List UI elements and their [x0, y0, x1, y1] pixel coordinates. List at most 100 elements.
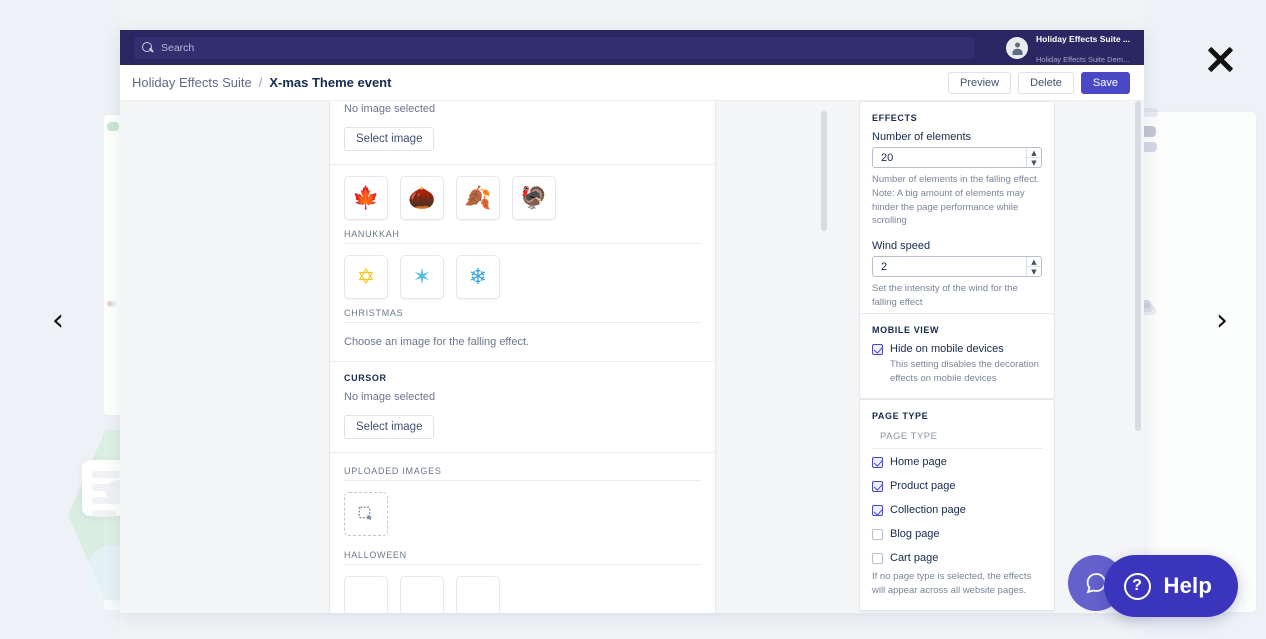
help-button-label: Help	[1163, 573, 1212, 598]
background-card-right	[1136, 112, 1256, 612]
cart-page-checkbox[interactable]	[872, 553, 883, 565]
breadcrumb-separator: /	[258, 75, 263, 90]
halloween-label: HALLOWEEN	[344, 550, 407, 560]
close-icon[interactable]	[1200, 38, 1240, 78]
page-type-card: PAGE TYPE PAGE TYPE Home page Product pa…	[859, 399, 1055, 611]
product-page-checkbox[interactable]	[872, 481, 883, 493]
icon-row-hanukkah: ✡ ✶ ❄	[330, 244, 715, 299]
wind-speed-value: 2	[881, 260, 888, 273]
page-type-option-row[interactable]: Product page	[872, 480, 1042, 493]
next-arrow-icon[interactable]: ›	[1216, 306, 1228, 336]
home-page-label: Home page	[890, 456, 947, 468]
mobile-view-help: This setting disables the decoration eff…	[890, 359, 1039, 384]
avatar	[1006, 36, 1028, 59]
choose-image-hint: Choose an image for the falling effect.	[344, 336, 530, 348]
stepper-up-icon[interactable]: ▲	[1027, 148, 1041, 157]
profile-menu[interactable]: Holiday Effects Suite ... Holiday Effect…	[1006, 30, 1144, 68]
number-of-elements-value: 20	[881, 151, 894, 164]
cursor-select-image-button[interactable]: Select image	[344, 415, 435, 439]
right-column: EFFECTS Number of elements 20 ▲ ▼ Number…	[851, 101, 1144, 613]
number-of-elements-stepper[interactable]: ▲ ▼	[1026, 148, 1041, 167]
group-label-hanukkah: HANUKKAH	[344, 229, 400, 239]
effects-card: EFFECTS Number of elements 20 ▲ ▼ Number…	[859, 101, 1055, 324]
app-window: Search Holiday Effects Suite ... Holiday…	[120, 30, 1144, 613]
page-type-option-row[interactable]: Blog page	[872, 528, 1042, 541]
icon-row-halloween	[330, 565, 715, 613]
search-input[interactable]: Search	[134, 36, 974, 59]
hide-on-mobile-label: Hide on mobile devices	[890, 343, 1004, 355]
falling-effect-status: No image selected	[344, 103, 436, 115]
page-type-option-row[interactable]: Cart page	[872, 552, 1042, 565]
left-column: FALLING EFFECT No image selected Select …	[120, 101, 851, 613]
wind-speed-stepper[interactable]: ▲ ▼	[1026, 257, 1041, 277]
cursor-section: CURSOR No image selected Select image	[330, 362, 715, 452]
breadcrumb-bar: Holiday Effects Suite / X-mas Theme even…	[120, 65, 1144, 101]
background-chip-green	[107, 122, 119, 131]
group-rule	[344, 480, 701, 481]
number-of-elements-input[interactable]: 20 ▲ ▼	[872, 147, 1042, 168]
uploaded-images-label: UPLOADED IMAGES	[344, 466, 442, 476]
left-panel-scrollbar[interactable]	[821, 111, 827, 231]
content-area: FALLING EFFECT No image selected Select …	[120, 101, 1144, 613]
wind-speed-label: Wind speed	[872, 240, 931, 253]
header-actions: Preview Delete Save	[948, 71, 1130, 94]
mobile-view-card: MOBILE VIEW Hide on mobile devices This …	[859, 313, 1055, 399]
stepper-down-icon[interactable]: ▼	[1027, 266, 1041, 276]
mobile-view-title: MOBILE VIEW	[872, 325, 940, 335]
acorn-icon[interactable]: 🌰	[400, 176, 444, 220]
home-page-checkbox[interactable]	[872, 457, 883, 468]
effects-title: EFFECTS	[872, 113, 918, 123]
page-type-help: If no page type is selected, the effects…	[872, 571, 1032, 597]
page-type-title: PAGE TYPE	[872, 411, 929, 421]
cart-page-label: Cart page	[890, 552, 939, 565]
page-type-subtitle: PAGE TYPE	[880, 431, 938, 442]
background-chip-8	[107, 301, 112, 306]
choose-image-hint-section: Choose an image for the falling effect.	[330, 323, 715, 361]
hide-on-mobile-checkbox[interactable]	[872, 344, 883, 355]
wind-speed-input[interactable]: 2 ▲ ▼	[872, 256, 1042, 278]
search-icon	[142, 42, 153, 53]
stepper-up-icon[interactable]: ▲	[1027, 257, 1041, 266]
right-panel-scrollbar[interactable]	[1135, 101, 1141, 431]
cursor-status: No image selected	[344, 391, 436, 403]
help-button[interactable]: ? Help	[1103, 555, 1238, 617]
question-mark-icon: ?	[1123, 572, 1151, 600]
prev-arrow-icon[interactable]: ‹	[52, 306, 64, 336]
halloween-icon-3[interactable]	[456, 576, 500, 613]
page-type-option-row[interactable]: Home page	[872, 456, 1042, 468]
falling-effect-select-image-button[interactable]: Select image	[344, 127, 435, 151]
save-button[interactable]: Save	[1080, 71, 1130, 94]
icon-row-autumn: 🍁 🌰 🍂 🦃	[330, 165, 715, 220]
profile-name: Holiday Effects Suite ...	[1036, 33, 1130, 44]
page-title: X-mas Theme event	[269, 75, 392, 90]
leaf-icon[interactable]: 🍁	[344, 176, 388, 220]
maple-leaf-icon[interactable]: 🍂	[456, 176, 500, 220]
turkey-icon[interactable]: 🦃	[512, 176, 556, 220]
star-of-david-icon[interactable]: ✡	[344, 255, 388, 299]
preview-button[interactable]: Preview	[948, 71, 1012, 94]
product-page-label: Product page	[890, 480, 956, 493]
search-placeholder: Search	[161, 41, 195, 54]
wind-speed-help: Set the intensity of the wind for the fa…	[872, 283, 1018, 308]
breadcrumb-parent-link[interactable]: Holiday Effects Suite	[132, 75, 252, 90]
number-of-elements-label: Number of elements	[872, 131, 972, 143]
hide-on-mobile-checkbox-row[interactable]: Hide on mobile devices	[872, 343, 1042, 355]
cursor-title: CURSOR	[344, 373, 387, 383]
halloween-icon-1[interactable]	[344, 576, 388, 613]
delete-button[interactable]: Delete	[1018, 71, 1074, 94]
falling-effect-section: FALLING EFFECT No image selected Select …	[330, 101, 715, 164]
collection-page-label: Collection page	[890, 504, 966, 517]
group-label-christmas: CHRISTMAS	[344, 308, 404, 318]
falling-effect-card: FALLING EFFECT No image selected Select …	[329, 101, 716, 613]
collection-page-checkbox[interactable]	[872, 505, 883, 517]
blog-page-checkbox[interactable]	[872, 529, 883, 541]
number-of-elements-help: Number of elements in the falling effect…	[872, 174, 1040, 227]
halloween-icon-2[interactable]	[400, 576, 444, 613]
page-type-option-row[interactable]: Collection page	[872, 504, 1042, 517]
snowflake-icon[interactable]: ❄	[456, 255, 500, 299]
add-image-icon[interactable]	[344, 492, 388, 536]
top-navigation-bar: Search Holiday Effects Suite ... Holiday…	[120, 30, 1144, 65]
stepper-down-icon[interactable]: ▼	[1027, 157, 1041, 167]
blue-star-icon[interactable]: ✶	[400, 255, 444, 299]
profile-subtitle: Holiday Effects Suite Dem...	[1036, 54, 1130, 64]
